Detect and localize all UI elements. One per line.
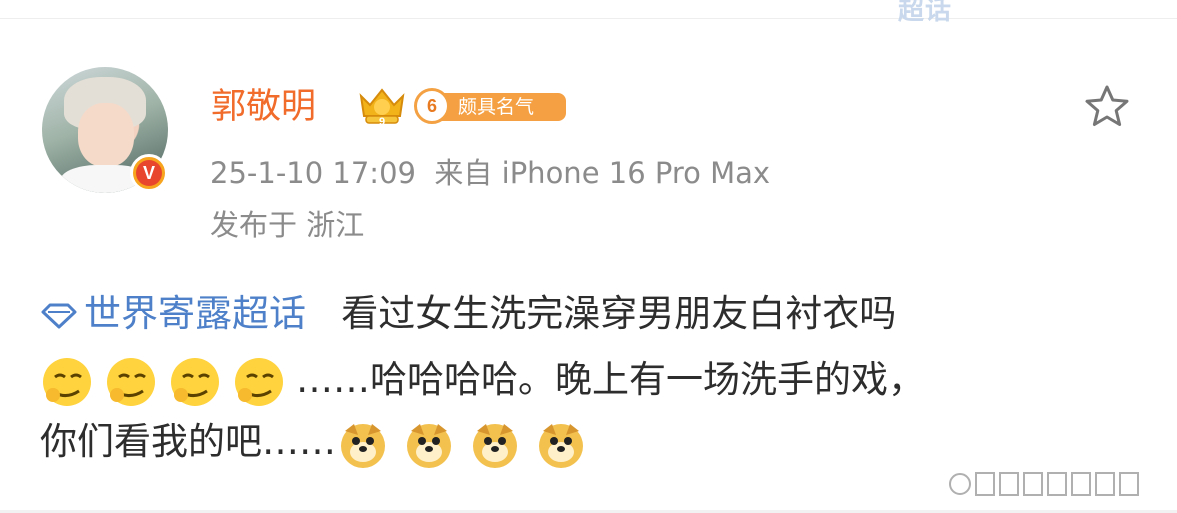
fame-badge: 6 颇具名气 [414, 88, 568, 124]
avatar-face [78, 103, 134, 167]
post-location: 发布于 浙江 [210, 208, 365, 242]
doge-emoji-icon [539, 423, 583, 468]
weibo-post-card: 超话 V 郭敬明 9 6 颇具名气 25-1-10 17:09 来自 iPhon… [0, 0, 1177, 513]
username[interactable]: 郭敬明 [211, 78, 316, 129]
top-divider: 超话 [0, 0, 1177, 26]
post-line-3-text: 你们看我的吧…… [40, 420, 336, 463]
user-avatar[interactable]: V [42, 67, 168, 193]
fame-label: 颇具名气 [438, 93, 566, 121]
image-watermark-icon [949, 472, 1139, 496]
verified-badge-icon: V [130, 154, 168, 192]
favorite-star-icon[interactable] [1083, 83, 1131, 131]
doge-emoji-icon [341, 423, 385, 468]
doge-emoji-icon [407, 423, 451, 468]
post-line-1: 世界寄露超话 看过女生洗完澡穿男朋友白衬衣吗 [40, 283, 896, 337]
post-source: 来自 iPhone 16 Pro Max [434, 156, 771, 190]
crown-level-icon: 9 [359, 88, 405, 126]
post-line-3: 你们看我的吧…… [40, 411, 600, 471]
smirk-emoji-icon [171, 357, 219, 406]
doge-emoji-icon [473, 423, 517, 468]
smirk-emoji-icon [107, 357, 155, 406]
fame-level: 6 [414, 88, 450, 124]
topic-link[interactable]: 世界寄露超话 [40, 292, 318, 335]
post-line-1-text: 看过女生洗完澡穿男朋友白衬衣吗 [341, 292, 897, 335]
post-timestamp: 25-1-10 17:09 [210, 156, 416, 190]
post-line-2-text: ……哈哈哈哈。晚上有一场洗手的戏， [296, 358, 925, 401]
post-line-2: ……哈哈哈哈。晚上有一场洗手的戏， [40, 349, 925, 409]
top-cropped-text: 超话 [898, 0, 953, 26]
smirk-emoji-icon [235, 357, 283, 406]
crown-level-number: 9 [379, 116, 385, 126]
smirk-emoji-icon [43, 357, 91, 406]
topic-label: 世界寄露超话 [84, 292, 306, 335]
diamond-topic-icon [41, 303, 77, 328]
post-timestamp-source: 25-1-10 17:09 来自 iPhone 16 Pro Max [210, 150, 770, 192]
